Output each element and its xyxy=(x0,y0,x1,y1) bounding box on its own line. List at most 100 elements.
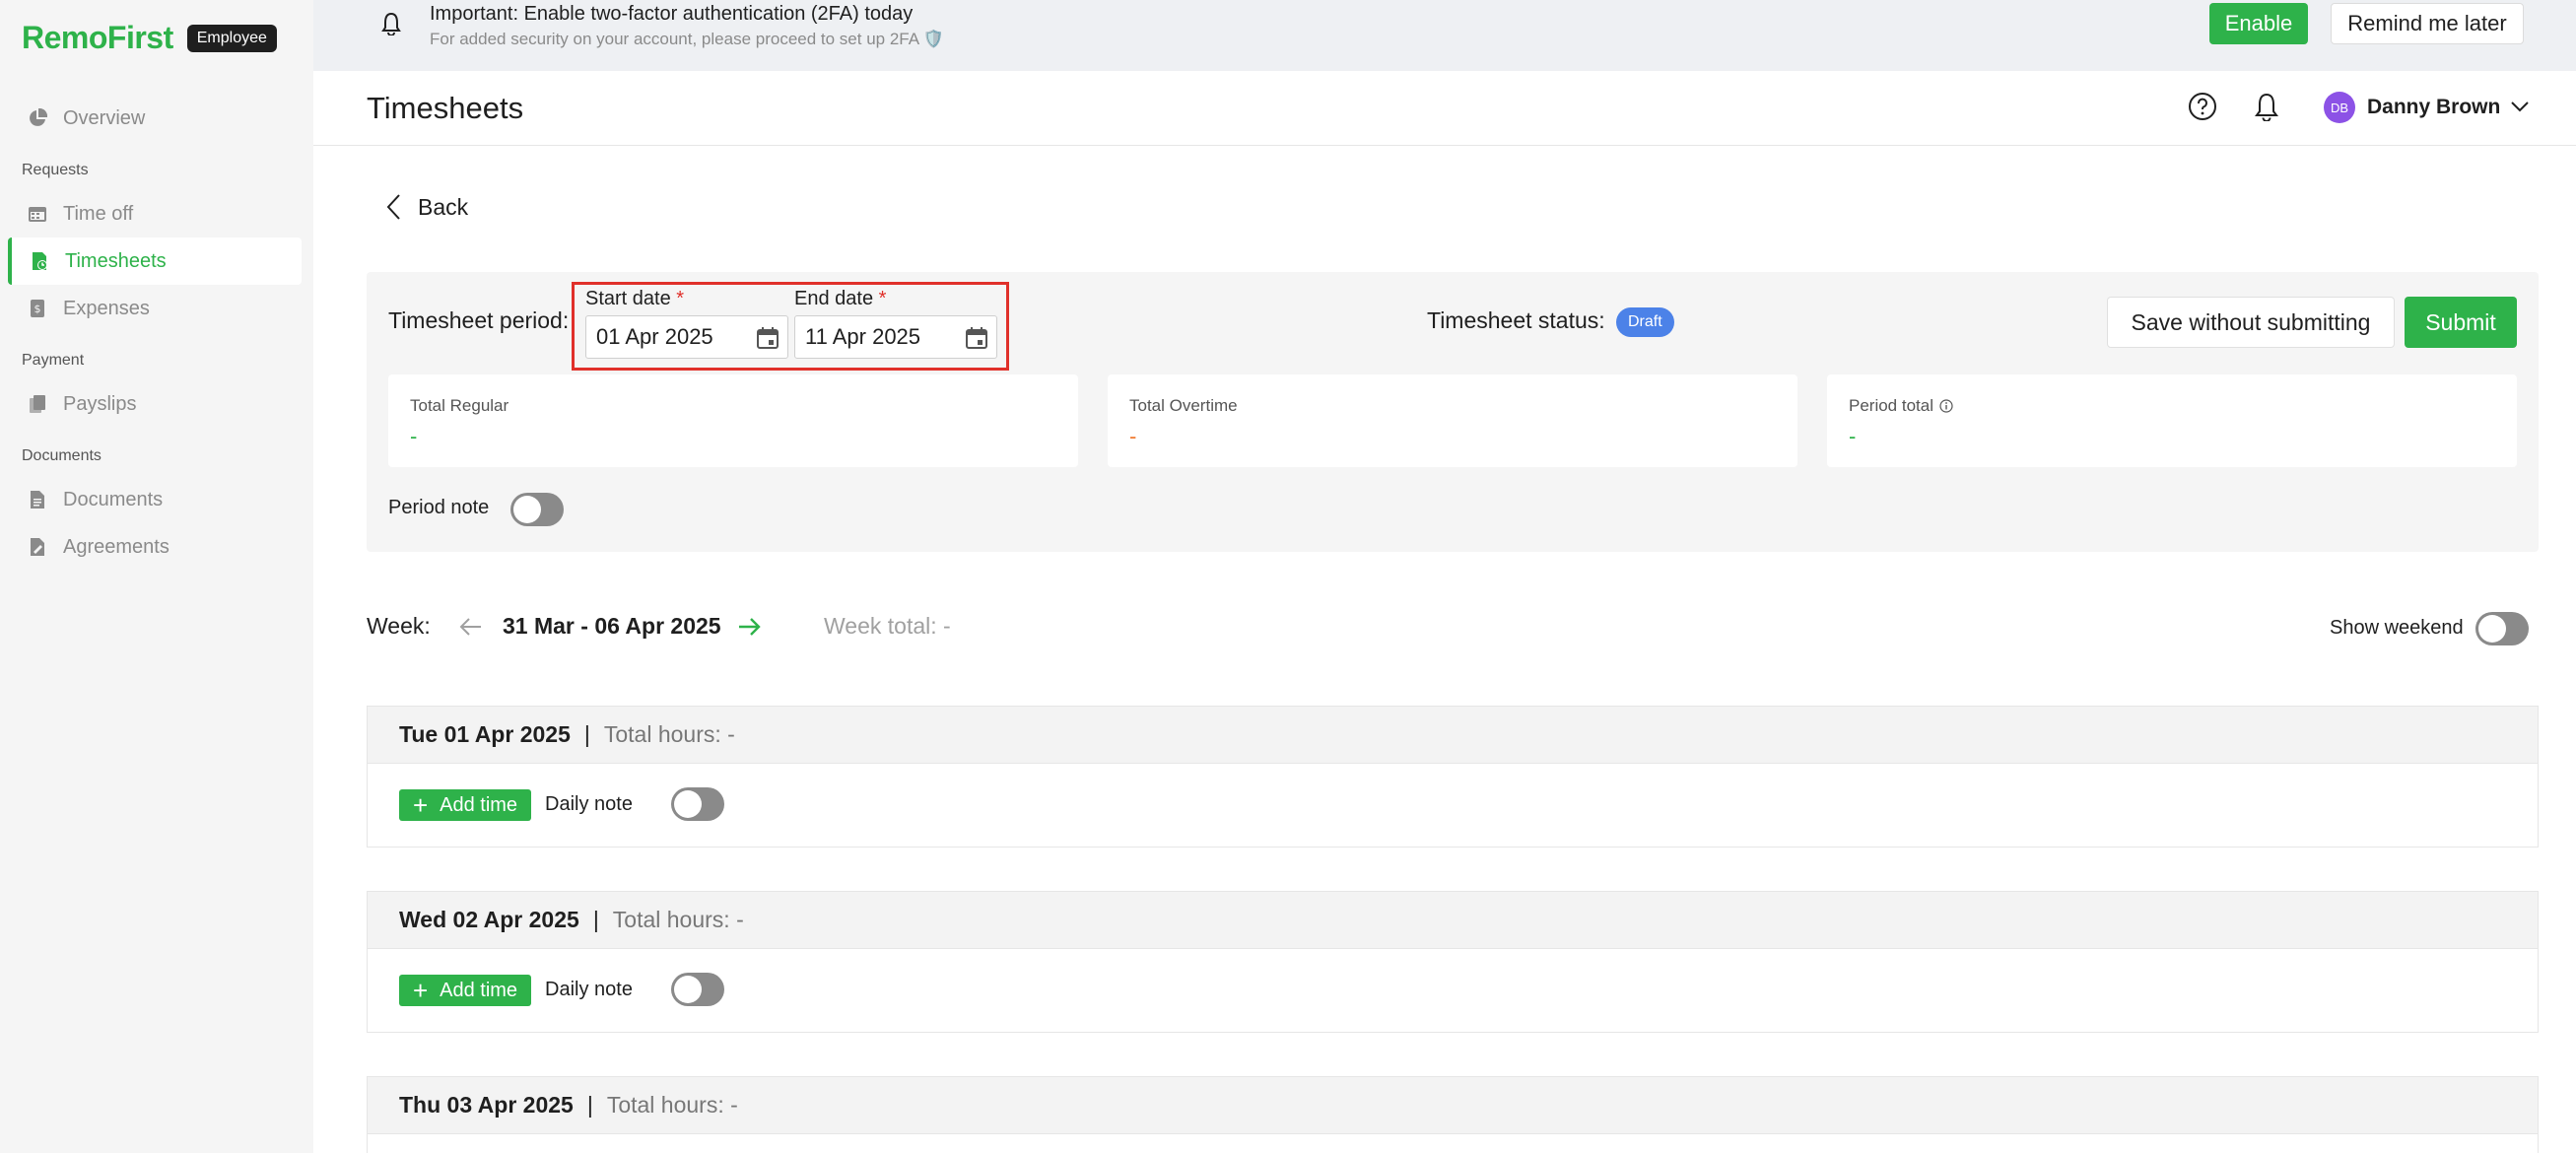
period-label: Timesheet period: xyxy=(388,307,570,333)
add-time-button[interactable]: + Add time xyxy=(399,975,531,1006)
day-total-hours: Total hours: - xyxy=(603,721,735,747)
start-date-field[interactable]: 01 Apr 2025 xyxy=(585,315,788,359)
calendar-icon[interactable] xyxy=(965,326,988,350)
total-regular-value: - xyxy=(410,424,418,448)
payslip-icon xyxy=(30,395,45,413)
show-weekend-toggle[interactable] xyxy=(2475,612,2529,645)
sidebar-item-agreements[interactable]: Agreements xyxy=(8,523,302,571)
arrow-right-icon[interactable] xyxy=(737,615,763,639)
section-documents: Documents xyxy=(22,447,102,464)
back-label: Back xyxy=(418,193,469,220)
sidebar: RemoFirst Employee Overview Requests Tim… xyxy=(0,0,313,1153)
sidebar-item-expenses[interactable]: $ Expenses xyxy=(8,285,302,332)
add-time-button[interactable]: + Add time xyxy=(399,789,531,821)
page-title: Timesheets xyxy=(367,91,524,125)
svg-text:$: $ xyxy=(34,303,41,315)
timesheet-icon xyxy=(33,252,47,270)
document-icon xyxy=(31,491,44,509)
pie-chart-icon xyxy=(30,108,47,126)
receipt-icon: $ xyxy=(31,300,44,317)
show-weekend-label: Show weekend xyxy=(2330,617,2464,639)
save-without-submitting-button[interactable]: Save without submitting xyxy=(2107,297,2395,348)
plus-icon: + xyxy=(412,976,429,1005)
start-date-label-text: Start date xyxy=(585,288,671,309)
day-date: Wed 02 Apr 2025 xyxy=(399,907,579,932)
add-time-label: Add time xyxy=(440,793,518,816)
sidebar-item-payslips[interactable]: Payslips xyxy=(8,380,302,428)
logo-text: RemoFirst xyxy=(22,20,173,55)
submit-button[interactable]: Submit xyxy=(2405,297,2517,348)
start-date-label: Start date * xyxy=(585,288,684,310)
status-badge: Draft xyxy=(1616,307,1674,337)
sidebar-item-documents[interactable]: Documents xyxy=(8,476,302,523)
notifications-bell-icon[interactable] xyxy=(2253,92,2280,121)
sidebar-item-label: Documents xyxy=(63,488,164,510)
day-header: Wed 02 Apr 2025 | Total hours: - xyxy=(368,892,2538,949)
role-badge: Employee xyxy=(186,24,277,52)
day-header: Thu 03 Apr 2025 | Total hours: - xyxy=(368,1077,2538,1134)
sidebar-item-overview[interactable]: Overview xyxy=(8,95,302,142)
daily-note-toggle[interactable] xyxy=(671,973,724,1006)
required-marker: * xyxy=(676,288,685,309)
period-total-value: - xyxy=(1849,424,1857,448)
day-block: Wed 02 Apr 2025 | Total hours: - + Add t… xyxy=(367,891,2539,1033)
user-name[interactable]: Danny Brown xyxy=(2367,96,2500,119)
total-overtime-value: - xyxy=(1129,424,1137,448)
sidebar-item-label: Time off xyxy=(63,202,134,225)
total-overtime-card: Total Overtime - xyxy=(1108,374,1797,467)
divider: | xyxy=(583,721,590,747)
week-total: Week total: - xyxy=(824,613,951,639)
sidebar-item-timesheets[interactable]: Timesheets xyxy=(8,237,302,285)
remind-later-button[interactable]: Remind me later xyxy=(2331,3,2524,44)
end-date-label: End date * xyxy=(794,288,886,310)
start-date-value: 01 Apr 2025 xyxy=(596,324,713,349)
end-date-field[interactable]: 11 Apr 2025 xyxy=(794,315,997,359)
banner-title: Important: Enable two-factor authenticat… xyxy=(430,3,914,25)
arrow-left-icon[interactable] xyxy=(457,615,483,639)
end-date-label-text: End date xyxy=(794,288,874,309)
period-note-toggle[interactable] xyxy=(510,493,564,526)
sidebar-item-time-off[interactable]: Time off xyxy=(8,190,302,237)
sidebar-item-label: Expenses xyxy=(63,297,150,319)
chevron-left-icon xyxy=(386,194,400,220)
period-note-label: Period note xyxy=(388,497,490,518)
day-total-hours: Total hours: - xyxy=(606,1092,738,1118)
help-icon[interactable] xyxy=(2188,92,2217,121)
week-label: Week: xyxy=(367,613,431,639)
info-icon[interactable] xyxy=(1939,399,1953,413)
divider: | xyxy=(586,1092,593,1118)
sidebar-item-label: Agreements xyxy=(63,535,169,558)
calendar-icon xyxy=(29,207,46,222)
day-body: + Add time Daily note xyxy=(368,764,2538,847)
logo[interactable]: RemoFirst Employee xyxy=(22,20,277,56)
signature-document-icon xyxy=(31,538,44,556)
plus-icon: + xyxy=(412,790,429,820)
day-date: Thu 03 Apr 2025 xyxy=(399,1092,574,1118)
day-total-hours: Total hours: - xyxy=(612,907,744,932)
daily-note-label: Daily note xyxy=(545,793,633,815)
chevron-down-icon[interactable] xyxy=(2509,99,2531,114)
banner-subtitle: For added security on your account, plea… xyxy=(430,30,945,48)
page-header: Timesheets DB Danny Brown xyxy=(313,71,2576,146)
calendar-icon[interactable] xyxy=(756,326,780,350)
day-header: Tue 01 Apr 2025 | Total hours: - xyxy=(368,707,2538,764)
week-range: 31 Mar - 06 Apr 2025 xyxy=(503,613,721,639)
section-payment: Payment xyxy=(22,352,85,369)
total-overtime-label: Total Overtime xyxy=(1129,396,1238,415)
day-date: Tue 01 Apr 2025 xyxy=(399,721,571,747)
day-body: + Add time Daily note xyxy=(368,949,2538,1032)
end-date-value: 11 Apr 2025 xyxy=(805,324,921,349)
avatar[interactable]: DB xyxy=(2324,92,2355,123)
add-time-label: Add time xyxy=(440,979,518,1001)
enable-2fa-button[interactable]: Enable xyxy=(2209,3,2308,44)
back-link[interactable]: Back xyxy=(384,193,468,221)
daily-note-toggle[interactable] xyxy=(671,787,724,821)
divider: | xyxy=(592,907,599,932)
day-block: Tue 01 Apr 2025 | Total hours: - + Add t… xyxy=(367,706,2539,848)
sidebar-item-label: Payslips xyxy=(63,392,137,415)
daily-note-label: Daily note xyxy=(545,979,633,1000)
day-block: Thu 03 Apr 2025 | Total hours: - xyxy=(367,1076,2539,1153)
total-regular-label: Total Regular xyxy=(410,396,509,415)
timesheet-status-label: Timesheet status: xyxy=(1427,307,1605,333)
required-marker: * xyxy=(878,288,887,309)
